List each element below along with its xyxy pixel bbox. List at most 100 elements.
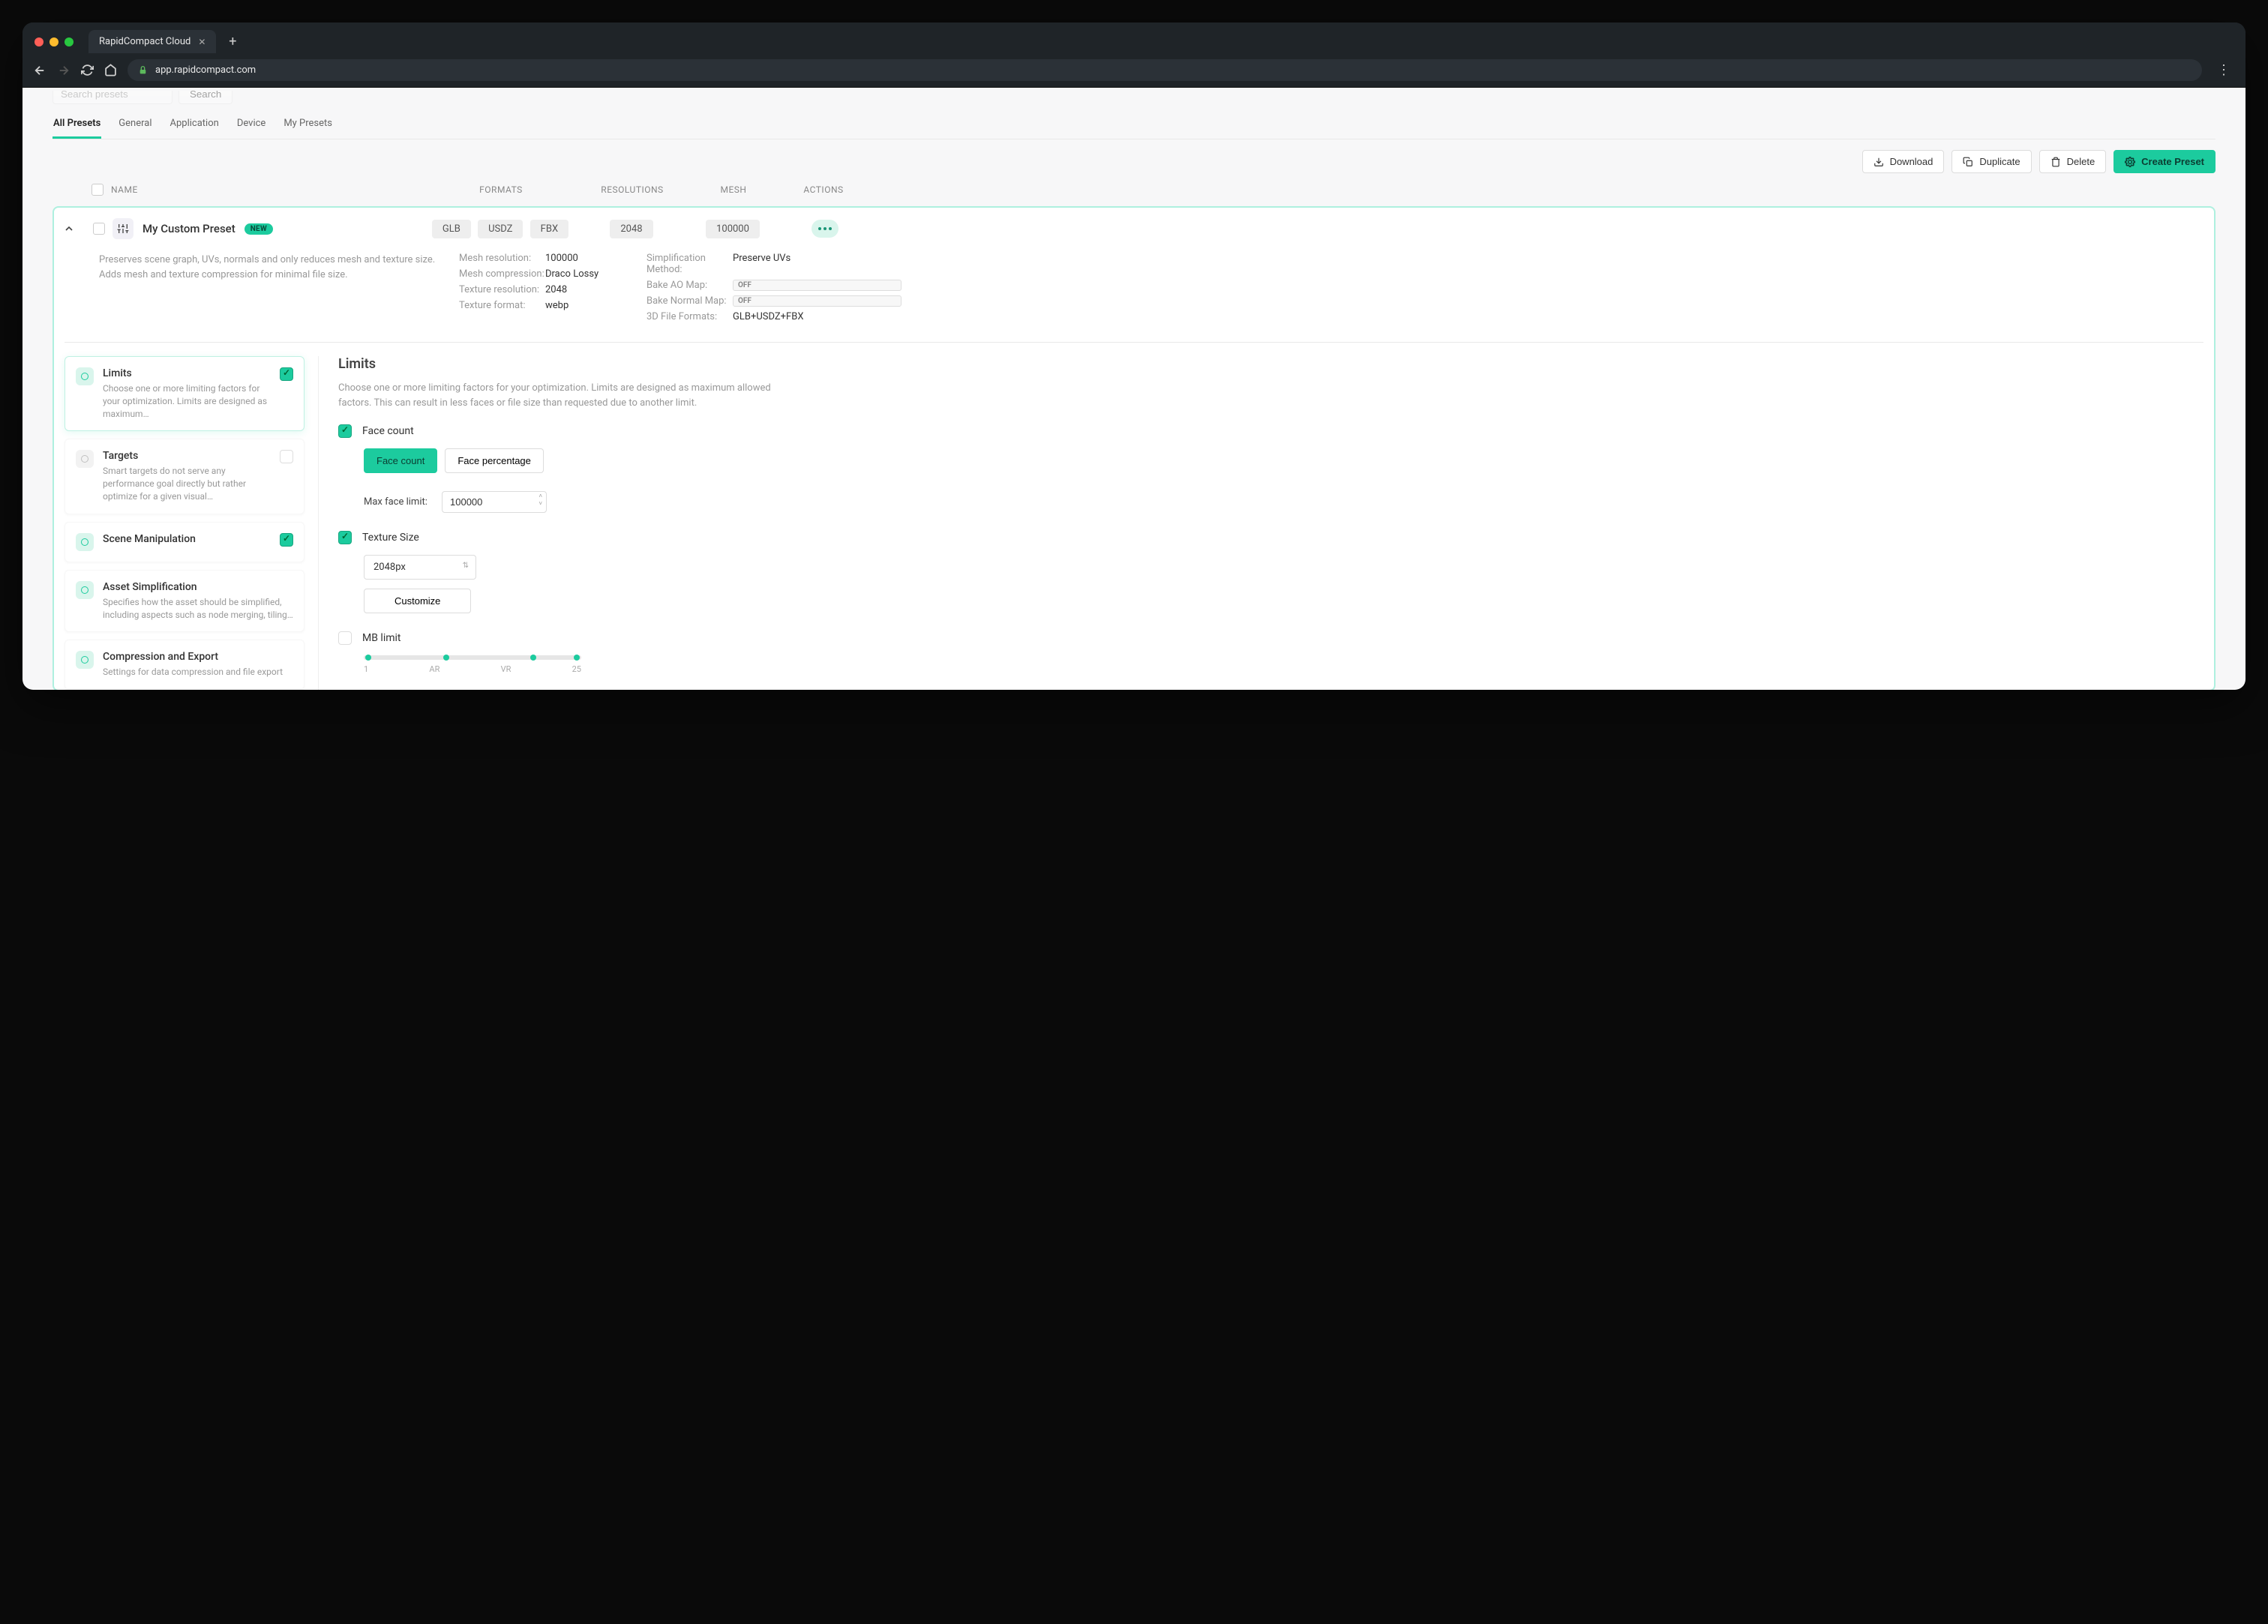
preset-table-header: NAME FORMATS RESOLUTIONS MESH ACTIONS	[52, 173, 2216, 203]
mesh-comp-value: Draco Lossy	[545, 268, 639, 280]
mb-tick-25: 25	[572, 664, 581, 674]
preset-category-tabs: All Presets General Application Device M…	[52, 118, 2216, 139]
face-percentage-tab[interactable]: Face percentage	[445, 448, 544, 473]
reload-icon[interactable]	[81, 64, 94, 76]
mb-limit-row: MB limit	[338, 631, 2198, 645]
page-viewport: Search All Presets General Application D…	[22, 88, 2246, 690]
forward-icon[interactable]	[57, 64, 70, 77]
tab-application[interactable]: Application	[170, 118, 220, 139]
step-scene-icon	[76, 533, 94, 551]
step-asset[interactable]: Asset Simplification Specifies how the a…	[64, 570, 304, 633]
mb-tick-1: 1	[364, 664, 368, 674]
step-targets[interactable]: Targets Smart targets do not serve any p…	[64, 439, 304, 514]
texture-size-checkbox[interactable]	[338, 531, 352, 544]
mb-limit-checkbox[interactable]	[338, 631, 352, 645]
step-compression-desc: Settings for data compression and file e…	[103, 666, 293, 679]
max-face-label: Max face limit:	[364, 496, 431, 508]
step-limits[interactable]: Limits Choose one or more limiting facto…	[64, 356, 304, 431]
face-count-tab[interactable]: Face count	[364, 448, 437, 473]
texture-size-controls: 2048px Customize	[364, 555, 2198, 613]
mb-tick-vr: VR	[501, 664, 512, 674]
preset-details-col-a: Mesh resolution:100000 Mesh compression:…	[459, 253, 639, 327]
panel-title: Limits	[338, 356, 2198, 372]
stepper-icon[interactable]: ˄˅	[536, 493, 545, 508]
mesh-value: 100000	[706, 220, 760, 238]
tab-general[interactable]: General	[118, 118, 152, 139]
row-overflow-menu[interactable]	[812, 220, 838, 238]
panel-divider	[318, 356, 319, 690]
window-maximize-button[interactable]	[64, 37, 74, 46]
browser-nav-bar: app.rapidcompact.com ⋮	[22, 53, 2246, 88]
customize-button[interactable]: Customize	[364, 589, 471, 613]
face-count-controls: Face count Face percentage Max face limi…	[364, 448, 2198, 513]
mesh-comp-label: Mesh compression:	[459, 268, 545, 280]
max-face-input[interactable]	[442, 491, 547, 513]
texture-size-label: Texture Size	[362, 532, 419, 544]
address-bar[interactable]: app.rapidcompact.com	[128, 59, 2202, 81]
simp-value: Preserve UVs	[733, 253, 902, 275]
preset-actions-row: Download Duplicate Delete Create Preset	[52, 150, 2216, 173]
url-text: app.rapidcompact.com	[155, 64, 256, 76]
create-label: Create Preset	[2141, 156, 2204, 167]
step-scene[interactable]: Scene Manipulation	[64, 522, 304, 562]
face-count-row: Face count	[338, 424, 2198, 438]
tab-my-presets[interactable]: My Presets	[283, 118, 333, 139]
ao-label: Bake AO Map:	[646, 280, 733, 291]
tex-fmt-label: Texture format:	[459, 300, 545, 311]
browser-tab-title: RapidCompact Cloud	[99, 36, 190, 47]
face-count-checkbox[interactable]	[338, 424, 352, 438]
row-checkbox[interactable]	[93, 223, 105, 235]
home-icon[interactable]	[104, 64, 117, 76]
step-asset-desc: Specifies how the asset should be simpli…	[103, 596, 293, 622]
limits-panel: Limits Choose one or more limiting facto…	[332, 356, 2204, 690]
tab-device[interactable]: Device	[236, 118, 267, 139]
preset-row-header: My Custom Preset NEW GLB USDZ FBX 2048 1…	[54, 208, 2214, 250]
step-targets-check[interactable]	[280, 450, 293, 463]
collapse-chevron-icon[interactable]	[63, 223, 93, 235]
col-name: NAME	[111, 184, 426, 195]
download-button[interactable]: Download	[1862, 150, 1945, 173]
search-input[interactable]	[52, 91, 172, 104]
simp-label: Simplification Method:	[646, 253, 733, 275]
window-controls	[34, 37, 74, 46]
search-button[interactable]: Search	[178, 91, 232, 104]
window-minimize-button[interactable]	[50, 37, 58, 46]
step-targets-title: Targets	[103, 450, 271, 462]
delete-button[interactable]: Delete	[2039, 150, 2107, 173]
preset-editor: Limits Choose one or more limiting facto…	[64, 342, 2204, 690]
format-glb: GLB	[432, 220, 471, 238]
create-preset-button[interactable]: Create Preset	[2114, 150, 2216, 173]
step-limits-check[interactable]	[280, 367, 293, 381]
preset-details-col-b: Simplification Method:Preserve UVs Bake …	[646, 253, 902, 327]
window-close-button[interactable]	[34, 37, 44, 46]
step-targets-desc: Smart targets do not serve any performan…	[103, 465, 271, 502]
mesh-res-label: Mesh resolution:	[459, 253, 545, 264]
browser-menu-icon[interactable]: ⋮	[2212, 62, 2235, 78]
tex-res-value: 2048	[545, 284, 639, 295]
step-limits-icon	[76, 367, 94, 385]
texture-size-select[interactable]: 2048px	[364, 555, 476, 580]
close-tab-icon[interactable]: ✕	[198, 37, 206, 47]
back-icon[interactable]	[33, 64, 46, 77]
step-scene-title: Scene Manipulation	[103, 533, 271, 545]
select-all-checkbox[interactable]	[92, 184, 104, 196]
step-compression[interactable]: Compression and Export Settings for data…	[64, 640, 304, 690]
tab-all-presets[interactable]: All Presets	[52, 118, 101, 139]
step-limits-title: Limits	[103, 367, 271, 379]
step-compression-icon	[76, 651, 94, 669]
search-row: Search	[52, 91, 2216, 104]
browser-tab[interactable]: RapidCompact Cloud ✕	[88, 30, 216, 53]
texture-size-row: Texture Size	[338, 531, 2198, 544]
tex-fmt-value: webp	[545, 300, 639, 311]
duplicate-button[interactable]: Duplicate	[1952, 150, 2031, 173]
mb-limit-slider[interactable]: 1 AR VR 25	[364, 655, 581, 674]
face-count-label: Face count	[362, 425, 414, 437]
step-asset-icon	[76, 581, 94, 599]
ao-value: OFF	[733, 280, 902, 291]
new-tab-button[interactable]: +	[222, 31, 243, 52]
step-asset-title: Asset Simplification	[103, 581, 293, 593]
step-targets-icon	[76, 450, 94, 468]
step-scene-check[interactable]	[280, 533, 293, 547]
col-mesh: MESH	[688, 184, 778, 195]
tex-res-label: Texture resolution:	[459, 284, 545, 295]
